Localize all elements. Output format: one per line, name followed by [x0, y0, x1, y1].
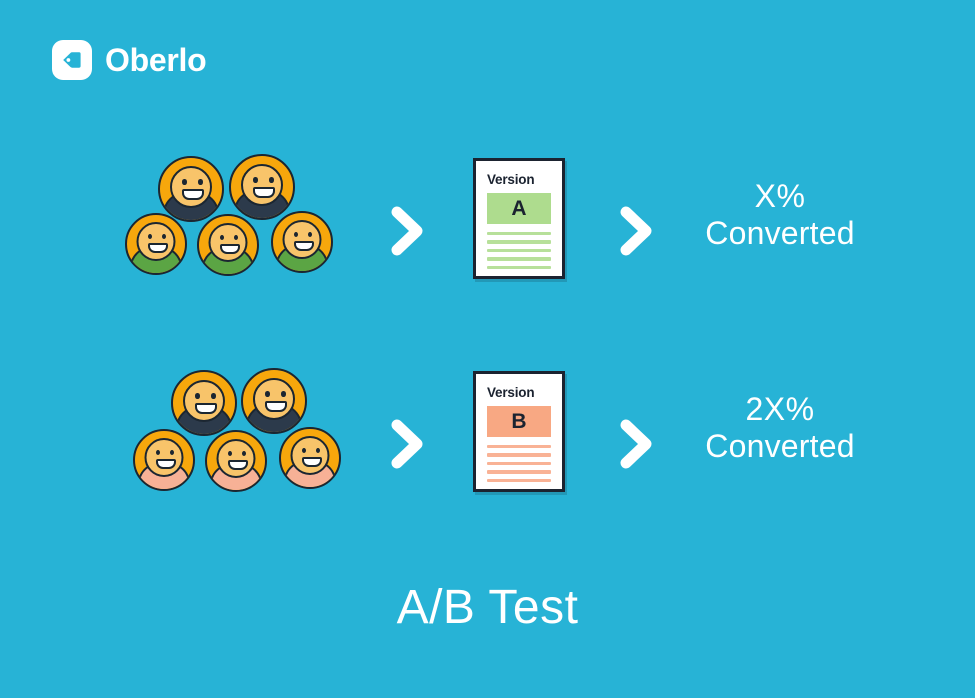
- avatar-face: [208, 223, 248, 262]
- document-line: [487, 265, 551, 269]
- avatar-eye-left: [228, 451, 232, 456]
- brand-logo: Oberlo: [52, 40, 207, 80]
- document-title: Version: [487, 385, 535, 400]
- document-text-lines: [487, 231, 551, 269]
- avatar-eye-right: [308, 232, 312, 237]
- document-line: [487, 248, 551, 252]
- avatar-eye-right: [281, 391, 286, 397]
- brand-wordmark: Oberlo: [105, 42, 207, 78]
- avatar-eye-right: [162, 234, 166, 239]
- variant-a-row: Version A X% Converted: [0, 140, 975, 300]
- avatar-smile: [182, 189, 204, 200]
- conversion-percent: X%: [754, 178, 806, 214]
- avatar-face: [253, 378, 295, 420]
- document-line: [487, 257, 551, 261]
- avatar-eye-left: [156, 450, 160, 455]
- tag-icon: [52, 40, 92, 80]
- avatar-eye-left: [182, 179, 187, 185]
- avatar-eye-left: [265, 391, 270, 397]
- document-title: Version: [487, 172, 535, 187]
- avatar-eye-right: [170, 450, 174, 455]
- avatar-face: [216, 439, 256, 478]
- document-line: [487, 478, 551, 482]
- avatar-smile: [156, 459, 176, 469]
- avatar-eye-right: [234, 235, 238, 240]
- avatar-eye-left: [220, 235, 224, 240]
- document-line: [487, 240, 551, 244]
- variant-a-document: Version A: [473, 158, 565, 279]
- avatar-eye-right: [316, 448, 320, 453]
- variant-b-row: Version B 2X% Converted: [0, 353, 975, 513]
- avatar-face: [282, 220, 322, 259]
- document-line: [487, 444, 551, 448]
- document-line: [487, 461, 551, 465]
- avatar-smile: [302, 457, 322, 467]
- avatar-person: [158, 156, 224, 222]
- avatar-smile: [265, 401, 287, 412]
- avatar-person: [279, 427, 341, 489]
- document-text-lines: [487, 444, 551, 482]
- avatar-eye-left: [302, 448, 306, 453]
- avatar-person: [171, 370, 237, 436]
- variant-badge: B: [487, 405, 551, 437]
- avatar-smile: [228, 460, 248, 470]
- document-line: [487, 470, 551, 474]
- avatar-face: [144, 438, 184, 477]
- variant-b-result: 2X% Converted: [660, 391, 900, 466]
- variant-a-result: X% Converted: [660, 178, 900, 253]
- avatar-face: [136, 222, 176, 261]
- avatar-eye-left: [294, 232, 298, 237]
- document-line: [487, 453, 551, 457]
- avatar-person: [241, 368, 307, 434]
- conversion-percent: 2X%: [745, 391, 815, 427]
- avatar-eye-left: [148, 234, 152, 239]
- avatar-smile: [294, 241, 314, 251]
- avatar-person: [133, 429, 195, 491]
- avatar-smile: [220, 244, 240, 254]
- avatar-face: [290, 436, 330, 475]
- audience-group-b: [133, 361, 363, 511]
- chevron-right-icon: [614, 202, 658, 260]
- avatar-eye-right: [198, 179, 203, 185]
- avatar-person: [229, 154, 295, 220]
- avatar-eye-left: [195, 393, 200, 399]
- chevron-right-icon: [614, 415, 658, 473]
- avatar-face: [241, 164, 283, 206]
- avatar-smile: [253, 187, 275, 198]
- document-line: [487, 231, 551, 235]
- chevron-right-icon: [385, 415, 429, 473]
- avatar-person: [205, 430, 267, 492]
- avatar-smile: [148, 243, 168, 253]
- chevron-right-icon: [385, 202, 429, 260]
- conversion-label: Converted: [705, 215, 855, 252]
- avatar-face: [183, 380, 225, 422]
- ab-test-infographic: Oberlo Version A X% Converted Version B …: [0, 0, 975, 698]
- page-title: A/B Test: [396, 581, 579, 634]
- avatar-eye-right: [211, 393, 216, 399]
- variant-badge: A: [487, 192, 551, 224]
- avatar-eye-left: [253, 177, 258, 183]
- avatar-eye-right: [242, 451, 246, 456]
- avatar-smile: [195, 403, 217, 414]
- audience-group-a: [125, 148, 355, 298]
- variant-b-document: Version B: [473, 371, 565, 492]
- avatar-person: [125, 213, 187, 275]
- conversion-label: Converted: [705, 428, 855, 465]
- avatar-person: [197, 214, 259, 276]
- avatar-person: [271, 211, 333, 273]
- avatar-face: [170, 166, 212, 208]
- avatar-eye-right: [269, 177, 274, 183]
